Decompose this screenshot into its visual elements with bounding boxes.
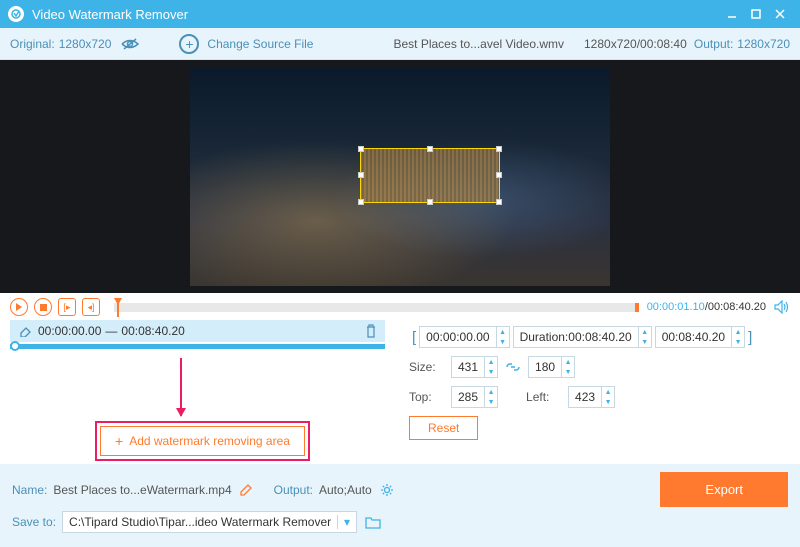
- main-panel: 00:00:00.00 — 00:08:40.20 + Add watermar…: [0, 318, 800, 464]
- title-bar: Video Watermark Remover: [0, 0, 800, 28]
- left-input[interactable]: 423▲▼: [568, 386, 615, 408]
- output-format-label: Output:: [274, 483, 313, 497]
- annotation-highlight: + Add watermark removing area: [95, 421, 310, 461]
- playback-controls: [▸ ◂] 00:00:01.10/00:08:40.20: [0, 296, 800, 318]
- left-label: Left:: [526, 390, 568, 404]
- resize-handle-ml[interactable]: [358, 172, 364, 178]
- parameters-panel: [ 00:00:00.00▲▼ Duration:00:08:40.20▲▼ 0…: [395, 318, 800, 464]
- size-height-input[interactable]: 180▲▼: [528, 356, 575, 378]
- reset-button[interactable]: Reset: [409, 416, 478, 440]
- resize-handle-br[interactable]: [496, 199, 502, 205]
- video-preview-area: [0, 60, 800, 293]
- output-format-value: Auto;Auto: [319, 483, 372, 497]
- output-label: Output:: [694, 37, 733, 51]
- source-dimensions: 1280x720/00:08:40: [584, 37, 687, 51]
- link-aspect-icon[interactable]: [506, 361, 520, 373]
- spinner-down-icon[interactable]: ▼: [732, 337, 744, 347]
- close-button[interactable]: [768, 4, 792, 24]
- output-filename: Best Places to...eWatermark.mp4: [53, 483, 231, 497]
- resize-handle-tr[interactable]: [496, 146, 502, 152]
- playhead-icon[interactable]: [114, 298, 122, 316]
- timeline-end-marker: [635, 303, 639, 312]
- resize-handle-tm[interactable]: [427, 146, 433, 152]
- segment-track[interactable]: [10, 344, 385, 349]
- size-width-input[interactable]: 431▲▼: [451, 356, 498, 378]
- play-button[interactable]: [10, 298, 28, 316]
- change-source-button[interactable]: Change Source File: [207, 37, 313, 51]
- top-label: Top:: [409, 390, 451, 404]
- maximize-button[interactable]: [744, 4, 768, 24]
- total-time: 00:08:40.20: [708, 301, 766, 313]
- volume-icon[interactable]: [774, 300, 790, 314]
- stop-button[interactable]: [34, 298, 52, 316]
- resize-handle-bl[interactable]: [358, 199, 364, 205]
- duration-input[interactable]: Duration:00:08:40.20▲▼: [513, 326, 652, 348]
- size-label: Size:: [409, 360, 451, 374]
- bottom-bar: Name: Best Places to...eWatermark.mp4 Ou…: [0, 464, 800, 547]
- spinner-down-icon[interactable]: ▼: [602, 397, 614, 407]
- edit-name-icon[interactable]: [240, 484, 252, 496]
- add-source-button[interactable]: +: [179, 34, 199, 54]
- spinner-down-icon[interactable]: ▼: [485, 367, 497, 377]
- time-display: 00:00:01.10/00:08:40.20: [647, 301, 766, 313]
- spinner-up-icon[interactable]: ▲: [602, 387, 614, 397]
- bracket-start-button[interactable]: [: [409, 329, 419, 346]
- time-end-input[interactable]: 00:08:40.20▲▼: [655, 326, 745, 348]
- spinner-up-icon[interactable]: ▲: [485, 387, 497, 397]
- name-label: Name:: [12, 483, 47, 497]
- saveto-path-input[interactable]: C:\Tipard Studio\Tipar...ideo Watermark …: [62, 511, 357, 533]
- segment-thumb[interactable]: [10, 341, 20, 351]
- segments-panel: 00:00:00.00 — 00:08:40.20 + Add watermar…: [0, 318, 395, 464]
- spinner-up-icon[interactable]: ▲: [485, 357, 497, 367]
- eraser-icon: [18, 325, 32, 337]
- watermark-selection-box[interactable]: [360, 148, 500, 203]
- spinner-up-icon[interactable]: ▲: [497, 327, 509, 337]
- bracket-end-button[interactable]: ]: [745, 329, 755, 346]
- spinner-up-icon[interactable]: ▲: [732, 327, 744, 337]
- resize-handle-tl[interactable]: [358, 146, 364, 152]
- spinner-down-icon[interactable]: ▼: [485, 397, 497, 407]
- output-resolution: 1280x720: [737, 37, 790, 51]
- source-filename: Best Places to...avel Video.wmv: [393, 37, 564, 51]
- original-label: Original:: [10, 37, 55, 51]
- spinner-up-icon[interactable]: ▲: [562, 357, 574, 367]
- app-title: Video Watermark Remover: [32, 7, 720, 22]
- spinner-up-icon[interactable]: ▲: [639, 327, 651, 337]
- minimize-button[interactable]: [720, 4, 744, 24]
- time-start-input[interactable]: 00:00:00.00▲▼: [419, 326, 509, 348]
- timeline-slider[interactable]: [114, 303, 639, 312]
- set-end-button[interactable]: ◂]: [82, 298, 100, 316]
- output-settings-icon[interactable]: [380, 483, 394, 497]
- eye-off-icon[interactable]: [121, 37, 139, 51]
- set-start-button[interactable]: [▸: [58, 298, 76, 316]
- spinner-down-icon[interactable]: ▼: [639, 337, 651, 347]
- open-folder-icon[interactable]: [365, 516, 381, 529]
- saveto-path-value: C:\Tipard Studio\Tipar...ideo Watermark …: [69, 515, 331, 529]
- app-logo-icon: [8, 6, 24, 22]
- saveto-dropdown-icon[interactable]: ▾: [337, 515, 350, 529]
- original-resolution: 1280x720: [59, 37, 112, 51]
- top-input[interactable]: 285▲▼: [451, 386, 498, 408]
- video-frame[interactable]: [190, 68, 610, 286]
- spinner-down-icon[interactable]: ▼: [562, 367, 574, 377]
- segment-end: 00:08:40.20: [121, 324, 184, 338]
- segment-start: 00:00:00.00: [38, 324, 101, 338]
- export-button[interactable]: Export: [660, 472, 788, 507]
- segment-separator: —: [105, 324, 117, 338]
- annotation-arrow: [180, 358, 182, 416]
- saveto-label: Save to:: [12, 515, 56, 529]
- segment-row[interactable]: 00:00:00.00 — 00:08:40.20: [10, 320, 385, 342]
- plus-icon: +: [115, 433, 123, 449]
- resize-handle-mr[interactable]: [496, 172, 502, 178]
- spinner-down-icon[interactable]: ▼: [497, 337, 509, 347]
- add-area-label: Add watermark removing area: [129, 434, 290, 448]
- delete-segment-icon[interactable]: [365, 324, 377, 338]
- toolbar: Original: 1280x720 + Change Source File …: [0, 28, 800, 60]
- current-time: 00:00:01.10: [647, 301, 705, 313]
- resize-handle-bm[interactable]: [427, 199, 433, 205]
- add-watermark-area-button[interactable]: + Add watermark removing area: [100, 426, 305, 456]
